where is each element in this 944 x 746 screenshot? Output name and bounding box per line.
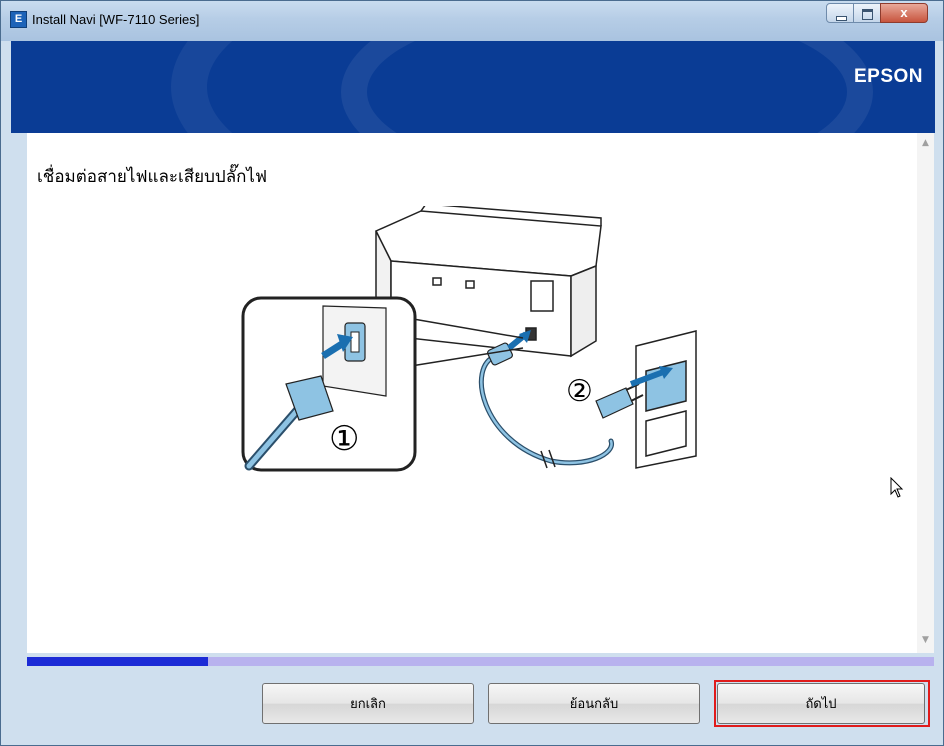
scroll-up-icon[interactable]: ▲ — [917, 138, 934, 148]
cursor-icon — [890, 477, 904, 498]
window-title: Install Navi [WF-7110 Series] — [32, 12, 200, 27]
step2-label: ② — [566, 374, 593, 409]
power-connection-illustration: ② ① — [241, 206, 697, 472]
progress-bar — [27, 657, 934, 666]
title-bar[interactable]: E Install Navi [WF-7110 Series] x — [1, 1, 943, 41]
close-button[interactable]: x — [880, 3, 928, 23]
maximize-button[interactable] — [853, 3, 881, 23]
app-icon: E — [10, 11, 27, 28]
page-title: เชื่อมต่อสายไฟและเสียบปลั๊กไฟ — [37, 167, 268, 187]
scroll-down-icon[interactable]: ▼ — [917, 635, 934, 645]
next-button[interactable]: ถัดไป — [717, 683, 925, 724]
progress-fill — [27, 657, 209, 666]
maximize-icon — [862, 9, 873, 20]
cancel-button[interactable]: ยกเลิก — [262, 683, 474, 724]
install-navi-window: E Install Navi [WF-7110 Series] x EPSON … — [0, 0, 944, 746]
back-button[interactable]: ย้อนกลับ — [488, 683, 700, 724]
power-cord — [479, 353, 614, 466]
minimize-icon — [836, 16, 847, 21]
header-decoration — [341, 41, 873, 133]
close-icon: x — [900, 5, 908, 20]
vertical-scrollbar[interactable]: ▲ ▼ — [917, 133, 934, 653]
step1-label: ① — [329, 419, 359, 459]
minimize-button[interactable] — [826, 3, 854, 23]
brand-header: EPSON — [11, 41, 935, 133]
zoom-callout: ① — [241, 296, 417, 472]
wall-outlet — [635, 330, 697, 469]
epson-logo: EPSON — [853, 66, 923, 87]
